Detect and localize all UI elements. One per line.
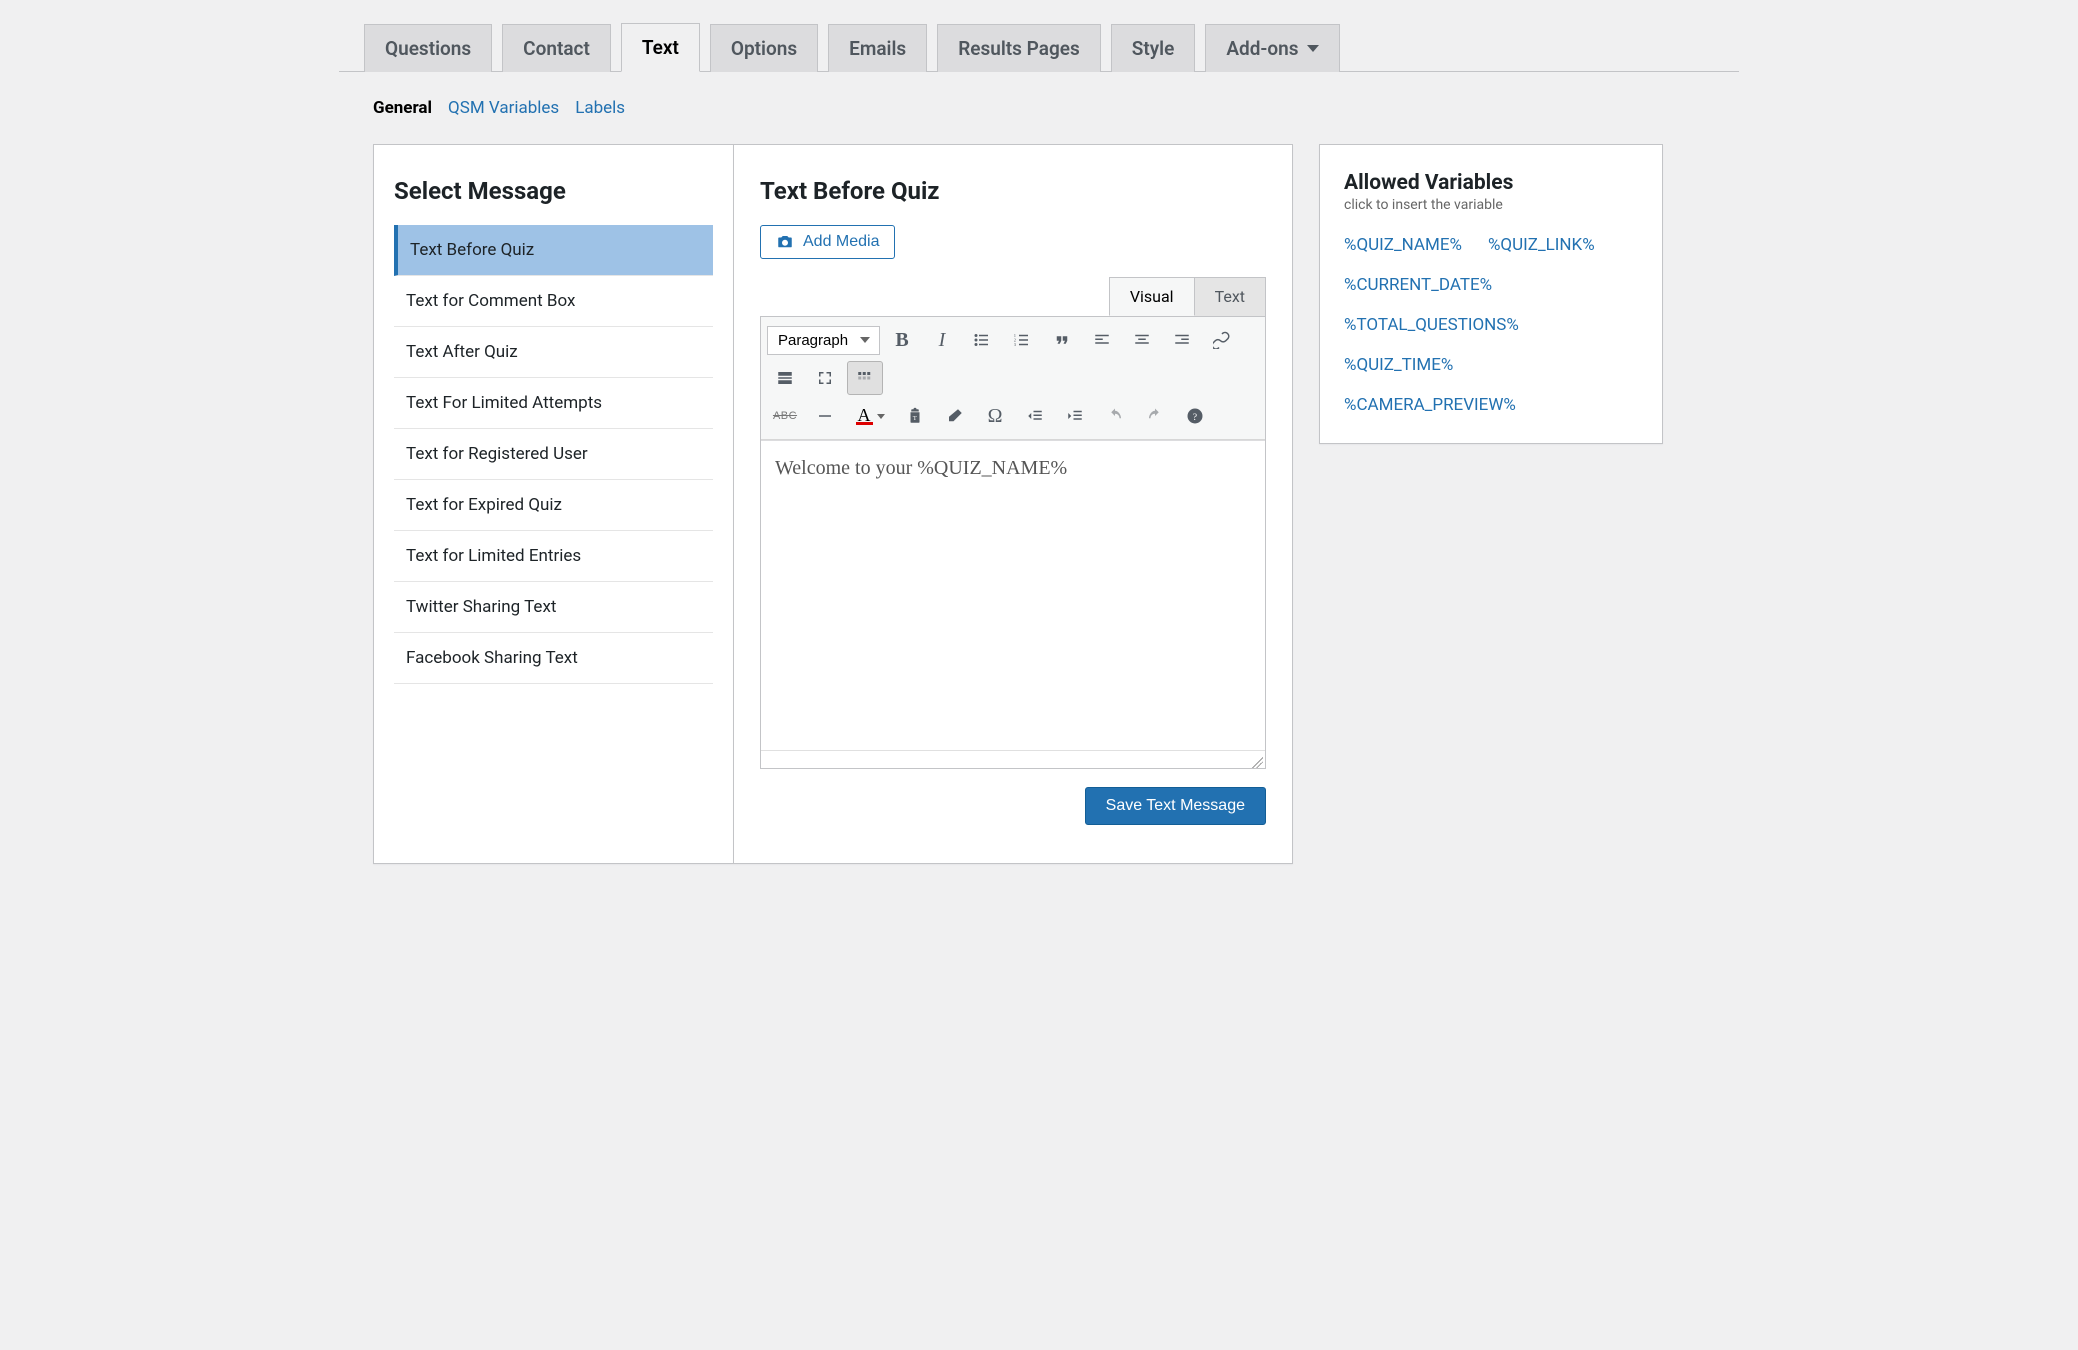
bullet-list-icon — [973, 331, 991, 349]
bold-button[interactable]: B — [884, 323, 920, 357]
message-item-text-before-quiz[interactable]: Text Before Quiz — [394, 225, 713, 276]
message-item-limited-entries[interactable]: Text for Limited Entries — [394, 531, 713, 582]
align-right-button[interactable] — [1164, 323, 1200, 357]
editor-tab-visual[interactable]: Visual — [1109, 277, 1195, 316]
align-left-button[interactable] — [1084, 323, 1120, 357]
svg-text:3: 3 — [1014, 342, 1017, 347]
tab-questions[interactable]: Questions — [364, 24, 492, 72]
variable-list: %QUIZ_NAME% %QUIZ_LINK% %CURRENT_DATE% %… — [1344, 235, 1638, 415]
chevron-down-icon — [1307, 45, 1319, 52]
subnav: General QSM Variables Labels — [339, 72, 1739, 144]
redo-button[interactable] — [1137, 399, 1173, 433]
indent-icon — [1066, 407, 1084, 425]
special-character-button[interactable]: Ω — [977, 399, 1013, 433]
numbered-list-icon: 123 — [1013, 331, 1031, 349]
tab-text[interactable]: Text — [621, 23, 700, 72]
variable-quiz-link[interactable]: %QUIZ_LINK% — [1488, 235, 1595, 255]
toolbar-toggle-icon — [856, 369, 874, 387]
variable-total-questions[interactable]: %TOTAL_QUESTIONS% — [1344, 315, 1519, 335]
clipboard-icon: T — [906, 407, 924, 425]
variable-camera-preview[interactable]: %CAMERA_PREVIEW% — [1344, 395, 1516, 415]
align-left-icon — [1093, 331, 1111, 349]
editor-tab-text[interactable]: Text — [1195, 277, 1266, 316]
help-button[interactable]: ? — [1177, 399, 1213, 433]
message-list: Text Before Quiz Text for Comment Box Te… — [394, 225, 713, 684]
main-tab-bar: Questions Contact Text Options Emails Re… — [339, 0, 1739, 72]
align-right-icon — [1173, 331, 1191, 349]
add-media-label: Add Media — [803, 233, 880, 251]
tab-addons-label: Add-ons — [1226, 37, 1298, 60]
align-center-button[interactable] — [1124, 323, 1160, 357]
editor-mode-tabs: Visual Text — [1109, 277, 1266, 316]
paste-text-button[interactable]: T — [897, 399, 933, 433]
numbered-list-button[interactable]: 123 — [1004, 323, 1040, 357]
editor-title: Text Before Quiz — [760, 177, 1266, 205]
tab-results-pages[interactable]: Results Pages — [937, 24, 1101, 72]
tab-contact[interactable]: Contact — [502, 24, 611, 72]
blockquote-button[interactable] — [1044, 323, 1080, 357]
tab-addons[interactable]: Add-ons — [1205, 24, 1339, 72]
tab-emails[interactable]: Emails — [828, 24, 927, 72]
insert-more-icon — [776, 369, 794, 387]
subnav-general[interactable]: General — [373, 98, 432, 118]
message-item-limited-attempts[interactable]: Text For Limited Attempts — [394, 378, 713, 429]
undo-icon — [1106, 407, 1124, 425]
outdent-button[interactable] — [1017, 399, 1053, 433]
message-item-facebook-sharing[interactable]: Facebook Sharing Text — [394, 633, 713, 684]
fullscreen-button[interactable] — [807, 361, 843, 395]
clear-formatting-button[interactable] — [937, 399, 973, 433]
align-center-icon — [1133, 331, 1151, 349]
select-message-title: Select Message — [394, 177, 713, 205]
format-select[interactable]: Paragraph — [767, 326, 880, 355]
editor-toolbar: Paragraph B I 123 — [761, 317, 1265, 440]
svg-text:?: ? — [1193, 412, 1197, 423]
message-item-twitter-sharing[interactable]: Twitter Sharing Text — [394, 582, 713, 633]
read-more-button[interactable] — [767, 361, 803, 395]
tab-options[interactable]: Options — [710, 24, 818, 72]
bullet-list-button[interactable] — [964, 323, 1000, 357]
variable-quiz-name[interactable]: %QUIZ_NAME% — [1344, 235, 1462, 255]
link-icon — [1213, 331, 1231, 349]
editor-resize-handle[interactable] — [761, 750, 1265, 768]
variable-quiz-time[interactable]: %QUIZ_TIME% — [1344, 355, 1453, 375]
link-button[interactable] — [1204, 323, 1240, 357]
outdent-icon — [1026, 407, 1044, 425]
allowed-variables-panel: Allowed Variables click to insert the va… — [1319, 144, 1663, 444]
redo-icon — [1146, 407, 1164, 425]
text-color-button[interactable]: A — [847, 399, 893, 433]
hr-icon — [816, 407, 834, 425]
subnav-labels[interactable]: Labels — [575, 98, 625, 118]
undo-button[interactable] — [1097, 399, 1133, 433]
select-message-panel: Select Message Text Before Quiz Text for… — [373, 144, 733, 864]
allowed-variables-title: Allowed Variables — [1344, 171, 1638, 195]
add-media-button[interactable]: Add Media — [760, 225, 895, 259]
message-item-comment-box[interactable]: Text for Comment Box — [394, 276, 713, 327]
eraser-icon — [946, 407, 964, 425]
message-item-expired-quiz[interactable]: Text for Expired Quiz — [394, 480, 713, 531]
indent-button[interactable] — [1057, 399, 1093, 433]
message-item-text-after-quiz[interactable]: Text After Quiz — [394, 327, 713, 378]
tab-style[interactable]: Style — [1111, 24, 1196, 72]
subnav-qsm-variables[interactable]: QSM Variables — [448, 98, 559, 118]
variable-current-date[interactable]: %CURRENT_DATE% — [1344, 275, 1492, 295]
save-text-message-button[interactable]: Save Text Message — [1085, 787, 1266, 825]
quote-icon — [1053, 331, 1071, 349]
allowed-variables-subtitle: click to insert the variable — [1344, 197, 1638, 213]
editor-content-area[interactable]: Welcome to your %QUIZ_NAME% — [761, 440, 1265, 750]
message-item-registered-user[interactable]: Text for Registered User — [394, 429, 713, 480]
wysiwyg-editor: Paragraph B I 123 — [760, 316, 1266, 769]
help-icon: ? — [1186, 407, 1204, 425]
camera-icon — [775, 233, 795, 251]
toolbar-toggle-button[interactable] — [847, 361, 883, 395]
strikethrough-button[interactable]: ABC — [767, 399, 803, 433]
editor-panel: Text Before Quiz Add Media Visual Text — [733, 144, 1293, 864]
italic-button[interactable]: I — [924, 323, 960, 357]
horizontal-rule-button[interactable] — [807, 399, 843, 433]
fullscreen-icon — [816, 369, 834, 387]
